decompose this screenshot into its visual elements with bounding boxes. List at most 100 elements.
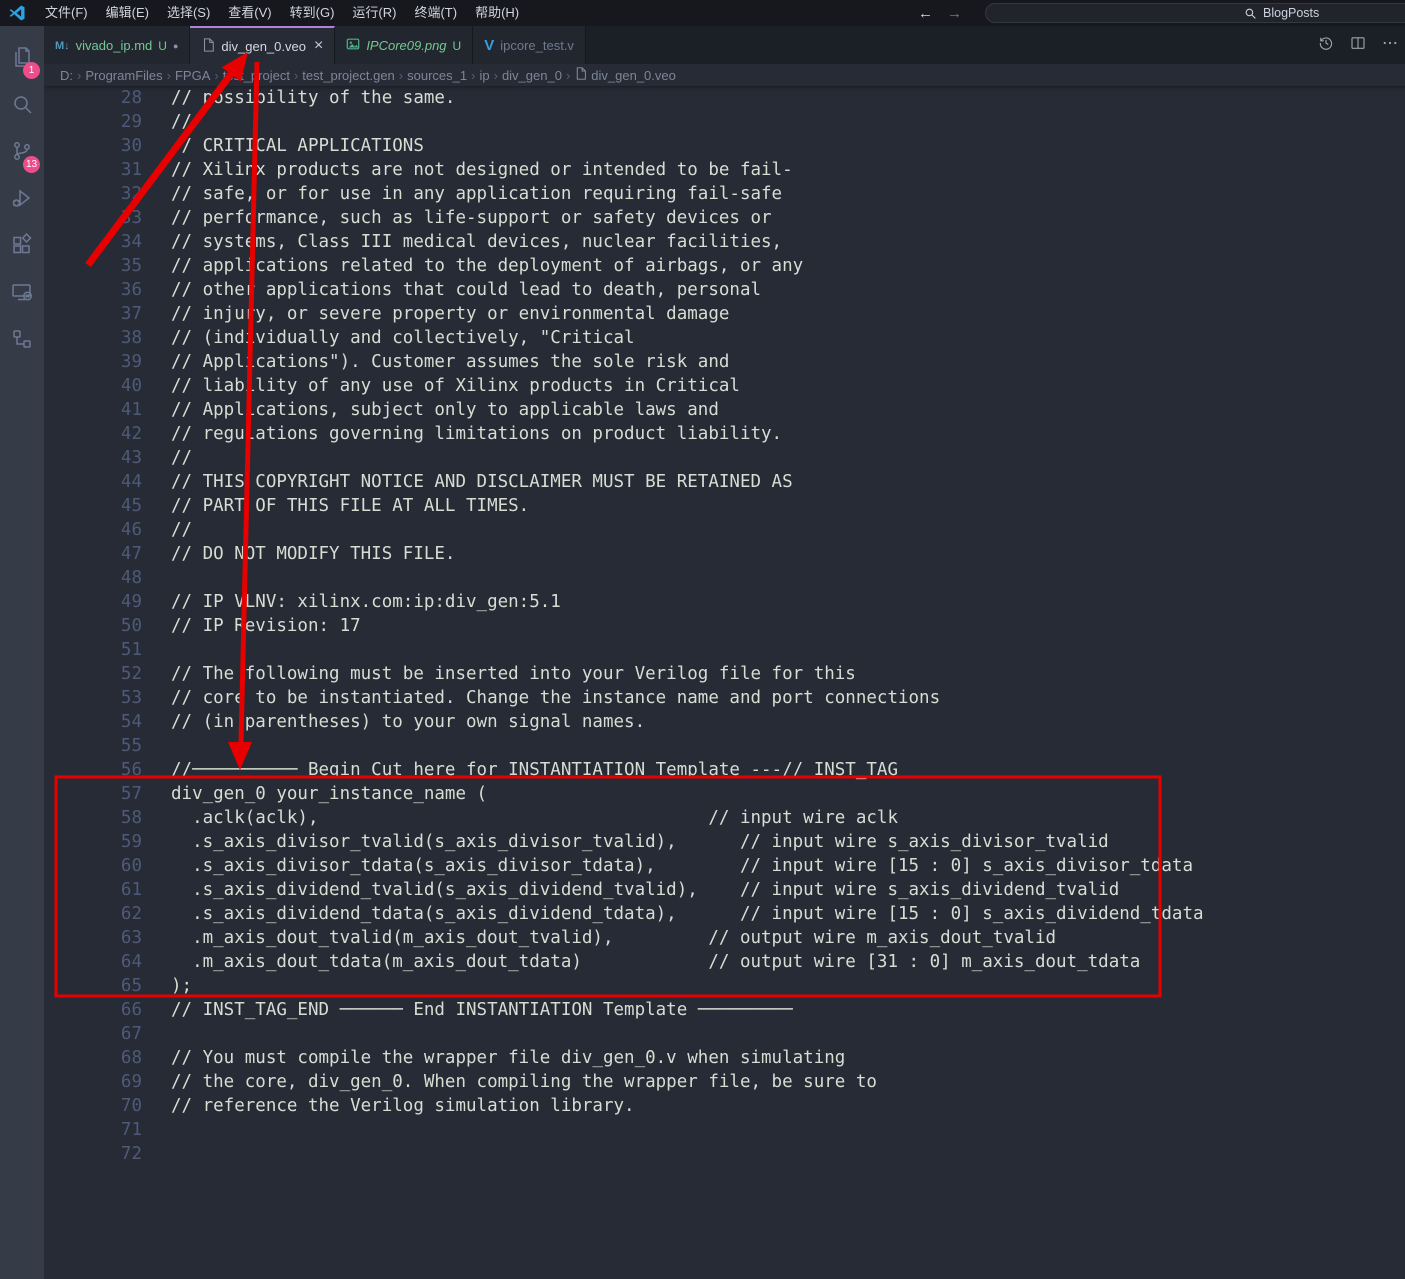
breadcrumb-item[interactable]: ip xyxy=(477,68,491,83)
breadcrumb-item[interactable]: test_project xyxy=(221,68,292,83)
code-line[interactable]: 30// CRITICAL APPLICATIONS xyxy=(44,134,1405,158)
code-text: // PART OF THIS FILE AT ALL TIMES. xyxy=(142,494,529,518)
tab-ipcore-test-v[interactable]: Vipcore_test.v xyxy=(473,26,586,64)
menu-selection[interactable]: 选择(S) xyxy=(158,0,219,26)
code-line[interactable]: 34// systems, Class III medical devices,… xyxy=(44,230,1405,254)
menu-terminal[interactable]: 终端(T) xyxy=(405,0,466,26)
activity-item-source-control[interactable]: 13 xyxy=(0,130,44,177)
code-line[interactable]: 70// reference the Verilog simulation li… xyxy=(44,1094,1405,1118)
code-line[interactable]: 35// applications related to the deploym… xyxy=(44,254,1405,278)
split-editor-icon[interactable] xyxy=(1349,34,1367,57)
code-editor[interactable]: 28// possibility of the same.29//30// CR… xyxy=(44,86,1405,1279)
code-line[interactable]: 29// xyxy=(44,110,1405,134)
code-line[interactable]: 63 .m_axis_dout_tvalid(m_axis_dout_tvali… xyxy=(44,926,1405,950)
activity-item-extensions[interactable] xyxy=(0,224,44,271)
code-text xyxy=(142,1142,171,1166)
code-text: ); xyxy=(142,974,192,998)
menu-help[interactable]: 帮助(H) xyxy=(466,0,528,26)
code-line[interactable]: 46// xyxy=(44,518,1405,542)
tab-vivado-ip-md[interactable]: M↓vivado_ip.mdU● xyxy=(44,26,190,64)
close-icon[interactable]: × xyxy=(314,38,323,54)
code-line[interactable]: 55 xyxy=(44,734,1405,758)
code-line[interactable]: 61 .s_axis_dividend_tvalid(s_axis_divide… xyxy=(44,878,1405,902)
breadcrumb-item[interactable]: ProgramFiles xyxy=(83,68,164,83)
code-line[interactable]: 62 .s_axis_dividend_tdata(s_axis_dividen… xyxy=(44,902,1405,926)
code-line[interactable]: 53// core to be instantiated. Change the… xyxy=(44,686,1405,710)
command-center-search[interactable]: BlogPosts xyxy=(985,3,1405,23)
code-line[interactable]: 66// INST_TAG_END ────── End INSTANTIATI… xyxy=(44,998,1405,1022)
code-line[interactable]: 42// regulations governing limitations o… xyxy=(44,422,1405,446)
tab-label: div_gen_0.veo xyxy=(221,39,306,54)
code-line[interactable]: 39// Applications"). Customer assumes th… xyxy=(44,350,1405,374)
breadcrumb-file[interactable]: div_gen_0.veo xyxy=(572,67,676,83)
code-text: .s_axis_divisor_tvalid(s_axis_divisor_tv… xyxy=(142,830,1109,854)
code-line[interactable]: 45// PART OF THIS FILE AT ALL TIMES. xyxy=(44,494,1405,518)
menu-view[interactable]: 查看(V) xyxy=(219,0,280,26)
code-line[interactable]: 72 xyxy=(44,1142,1405,1166)
code-line[interactable]: 69// the core, div_gen_0. When compiling… xyxy=(44,1070,1405,1094)
more-actions-icon[interactable] xyxy=(1381,34,1399,57)
verilog-icon: V xyxy=(484,37,494,54)
code-line[interactable]: 40// liability of any use of Xilinx prod… xyxy=(44,374,1405,398)
code-line[interactable]: 37// injury, or severe property or envir… xyxy=(44,302,1405,326)
line-number: 60 xyxy=(44,854,142,878)
file-icon xyxy=(201,38,215,55)
code-line[interactable]: 54// (in parentheses) to your own signal… xyxy=(44,710,1405,734)
code-text: // INST_TAG_END ────── End INSTANTIATION… xyxy=(142,998,793,1022)
code-text: .m_axis_dout_tdata(m_axis_dout_tdata) //… xyxy=(142,950,1140,974)
line-number: 54 xyxy=(44,710,142,734)
code-line[interactable]: 31// Xilinx products are not designed or… xyxy=(44,158,1405,182)
activity-item-hierarchy[interactable] xyxy=(0,318,44,365)
code-line[interactable]: 33// performance, such as life-support o… xyxy=(44,206,1405,230)
code-line[interactable]: 36// other applications that could lead … xyxy=(44,278,1405,302)
code-line[interactable]: 44// THIS COPYRIGHT NOTICE AND DISCLAIME… xyxy=(44,470,1405,494)
code-line[interactable]: 65); xyxy=(44,974,1405,998)
nav-back-button[interactable]: ← xyxy=(918,5,933,22)
code-line[interactable]: 28// possibility of the same. xyxy=(44,86,1405,110)
code-line[interactable]: 71 xyxy=(44,1118,1405,1142)
code-text: // regulations governing limitations on … xyxy=(142,422,782,446)
code-line[interactable]: 57div_gen_0 your_instance_name ( xyxy=(44,782,1405,806)
breadcrumb-item[interactable]: D: xyxy=(58,68,75,83)
menu-run[interactable]: 运行(R) xyxy=(343,0,405,26)
menu-edit[interactable]: 编辑(E) xyxy=(97,0,158,26)
code-line[interactable]: 68// You must compile the wrapper file d… xyxy=(44,1046,1405,1070)
code-line[interactable]: 49// IP VLNV: xilinx.com:ip:div_gen:5.1 xyxy=(44,590,1405,614)
activity-item-search[interactable] xyxy=(0,83,44,130)
breadcrumb-item[interactable]: test_project.gen xyxy=(300,68,397,83)
code-line[interactable]: 47// DO NOT MODIFY THIS FILE. xyxy=(44,542,1405,566)
nav-forward-button[interactable]: → xyxy=(947,5,962,22)
line-number: 43 xyxy=(44,446,142,470)
code-text: // Applications"). Customer assumes the … xyxy=(142,350,729,374)
code-line[interactable]: 67 xyxy=(44,1022,1405,1046)
timeline-icon[interactable] xyxy=(1317,34,1335,57)
code-line[interactable]: 41// Applications, subject only to appli… xyxy=(44,398,1405,422)
chevron-right-icon: › xyxy=(75,68,83,83)
code-line[interactable]: 38// (individually and collectively, "Cr… xyxy=(44,326,1405,350)
tab-ipcore09-png[interactable]: IPCore09.pngU xyxy=(335,26,473,64)
tab-div-gen-0-veo[interactable]: div_gen_0.veo × xyxy=(190,26,335,64)
code-text: // the core, div_gen_0. When compiling t… xyxy=(142,1070,877,1094)
code-line[interactable]: 58 .aclk(aclk), // input wire aclk xyxy=(44,806,1405,830)
menu-file[interactable]: 文件(F) xyxy=(36,0,97,26)
code-text: // IP VLNV: xilinx.com:ip:div_gen:5.1 xyxy=(142,590,561,614)
line-number: 68 xyxy=(44,1046,142,1070)
code-line[interactable]: 43// xyxy=(44,446,1405,470)
code-line[interactable]: 60 .s_axis_divisor_tdata(s_axis_divisor_… xyxy=(44,854,1405,878)
breadcrumb-item[interactable]: sources_1 xyxy=(405,68,469,83)
code-line[interactable]: 52// The following must be inserted into… xyxy=(44,662,1405,686)
activity-item-explorer[interactable]: 1 xyxy=(0,36,44,83)
code-line[interactable]: 51 xyxy=(44,638,1405,662)
code-line[interactable]: 56//────────── Begin Cut here for INSTAN… xyxy=(44,758,1405,782)
code-text: // DO NOT MODIFY THIS FILE. xyxy=(142,542,455,566)
code-line[interactable]: 48 xyxy=(44,566,1405,590)
breadcrumb-item[interactable]: FPGA xyxy=(173,68,212,83)
code-line[interactable]: 50// IP Revision: 17 xyxy=(44,614,1405,638)
menu-goto[interactable]: 转到(G) xyxy=(281,0,344,26)
code-line[interactable]: 32// safe, or for use in any application… xyxy=(44,182,1405,206)
code-line[interactable]: 64 .m_axis_dout_tdata(m_axis_dout_tdata)… xyxy=(44,950,1405,974)
activity-item-run-debug[interactable] xyxy=(0,177,44,224)
activity-item-remote-explorer[interactable] xyxy=(0,271,44,318)
code-line[interactable]: 59 .s_axis_divisor_tvalid(s_axis_divisor… xyxy=(44,830,1405,854)
breadcrumb-item[interactable]: div_gen_0 xyxy=(500,68,564,83)
